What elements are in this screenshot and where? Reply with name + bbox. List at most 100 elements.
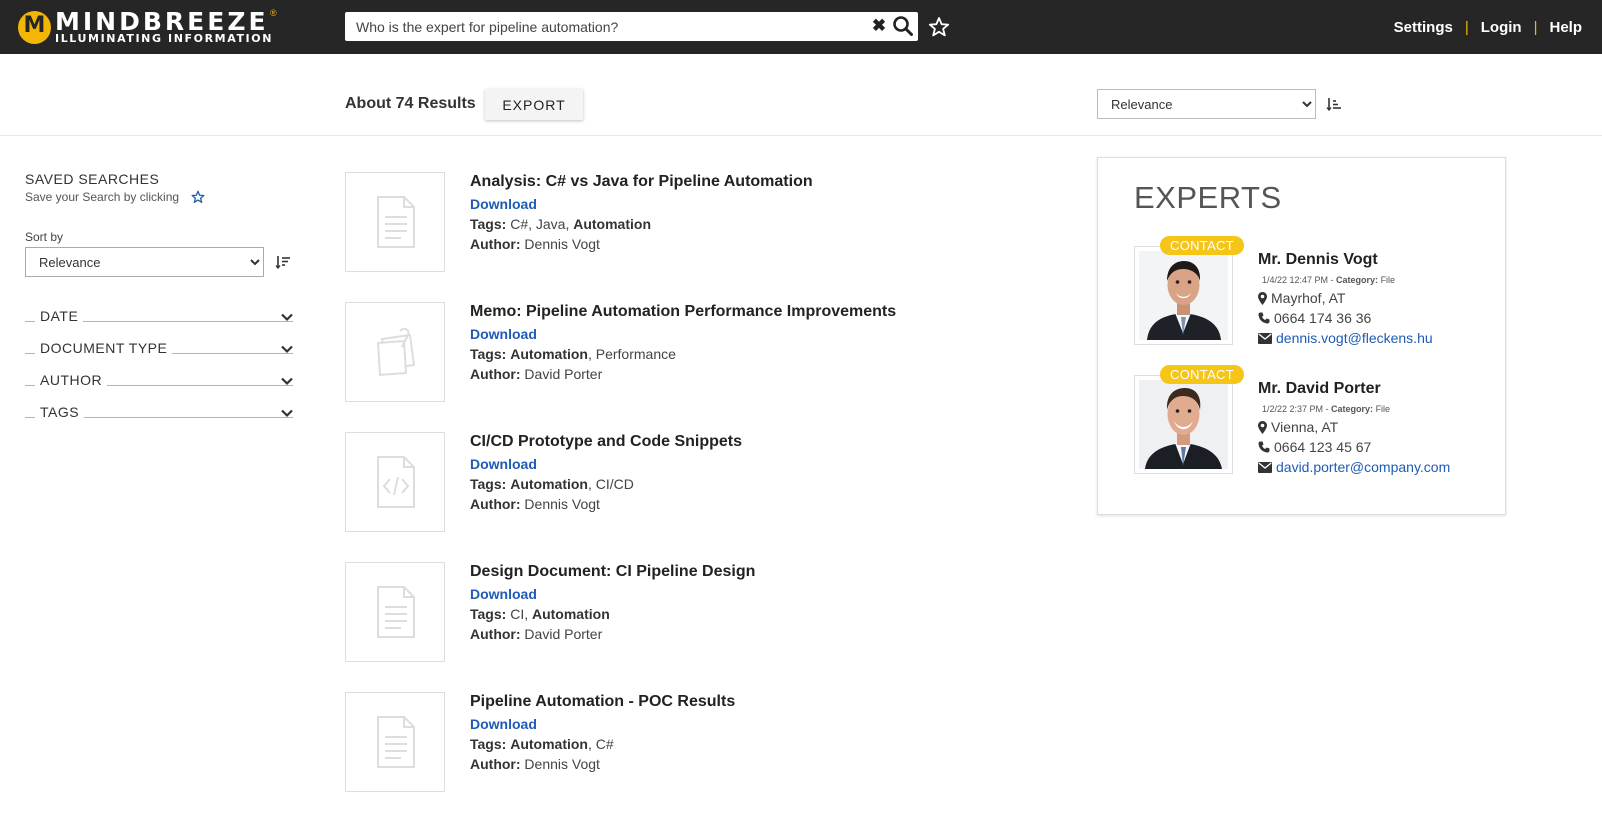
expert-meta: 1/4/22 12:47 PM - Category: File bbox=[1262, 275, 1396, 285]
search-icon[interactable] bbox=[892, 15, 914, 37]
map-marker-icon bbox=[1258, 420, 1267, 434]
download-link[interactable]: Download bbox=[470, 456, 537, 472]
expert-email-link[interactable]: david.porter@company.com bbox=[1276, 459, 1450, 475]
expert-email: dennis.vogt@fleckens.hu bbox=[1258, 330, 1433, 346]
results-count: About 74 Results bbox=[345, 95, 476, 112]
result-item: Memo: Pipeline Automation Performance Im… bbox=[345, 302, 1045, 402]
star-icon[interactable] bbox=[191, 190, 205, 204]
facet-author[interactable]: AUTHOR bbox=[25, 371, 298, 391]
expert-meta: 1/2/22 2:37 PM - Category: File bbox=[1262, 404, 1391, 414]
sort-by-label: Sort by bbox=[25, 230, 64, 244]
map-marker-icon bbox=[1258, 291, 1267, 305]
top-nav: Settings | Login | Help bbox=[1394, 0, 1582, 54]
phone-icon bbox=[1258, 312, 1270, 324]
result-thumbnail[interactable] bbox=[345, 692, 445, 792]
sort-select-sidebar[interactable]: Relevance bbox=[25, 247, 264, 277]
result-title[interactable]: Design Document: CI Pipeline Design bbox=[470, 563, 755, 581]
phone-icon bbox=[1258, 441, 1270, 453]
expert-card: CONTACT Mr. Dennis Vogt 1/4/22 12:47 PM … bbox=[1134, 236, 1494, 346]
result-tags: Tags: Automation, CI/CD bbox=[470, 476, 634, 492]
facet-label: DATE bbox=[40, 308, 84, 324]
result-title[interactable]: CI/CD Prototype and Code Snippets bbox=[470, 433, 742, 451]
save-search-star-icon[interactable] bbox=[928, 16, 950, 38]
result-thumbnail[interactable] bbox=[345, 172, 445, 272]
chevron-down-icon[interactable] bbox=[280, 406, 294, 420]
result-item: Pipeline Automation - POC Results Downlo… bbox=[345, 692, 1045, 792]
download-link[interactable]: Download bbox=[470, 586, 537, 602]
experts-title: EXPERTS bbox=[1134, 180, 1282, 215]
result-tags: Tags: CI, Automation bbox=[470, 606, 610, 622]
sort-order-icon[interactable] bbox=[275, 254, 291, 270]
expert-avatar[interactable] bbox=[1134, 246, 1233, 345]
result-author: Author: David Porter bbox=[470, 626, 603, 642]
result-title[interactable]: Analysis: C# vs Java for Pipeline Automa… bbox=[470, 173, 813, 191]
facet-label: AUTHOR bbox=[40, 372, 108, 388]
nav-separator: | bbox=[1533, 18, 1538, 36]
expert-location: Mayrhof, AT bbox=[1258, 290, 1345, 306]
result-author: Author: Dennis Vogt bbox=[470, 236, 600, 252]
result-author: Author: Dennis Vogt bbox=[470, 496, 600, 512]
code-file-icon bbox=[377, 456, 415, 508]
saved-searches-hint: Save your Search by clicking bbox=[25, 190, 180, 204]
expert-name[interactable]: Mr. David Porter bbox=[1258, 380, 1381, 398]
facet-tags[interactable]: TAGS bbox=[25, 403, 298, 423]
logo-registered-mark: ® bbox=[270, 8, 277, 18]
facet-label: TAGS bbox=[40, 404, 85, 420]
expert-avatar[interactable] bbox=[1134, 375, 1233, 474]
expert-phone: 0664 174 36 36 bbox=[1258, 310, 1371, 326]
search-box: ✖ bbox=[345, 12, 918, 41]
result-tags: Tags: Automation, Performance bbox=[470, 346, 676, 362]
saved-searches-title: SAVED SEARCHES bbox=[25, 171, 160, 187]
facet-date[interactable]: DATE bbox=[25, 307, 298, 327]
result-author: Author: Dennis Vogt bbox=[470, 756, 600, 772]
envelope-icon bbox=[1258, 332, 1272, 344]
expert-location: Vienna, AT bbox=[1258, 419, 1338, 435]
result-title[interactable]: Memo: Pipeline Automation Performance Im… bbox=[470, 303, 896, 321]
expert-card: CONTACT Mr. David Porter 1/2/22 2:37 PM … bbox=[1134, 365, 1494, 475]
search-input[interactable] bbox=[345, 12, 865, 41]
person-photo-icon bbox=[1139, 380, 1228, 469]
facet-label: DOCUMENT TYPE bbox=[40, 340, 173, 356]
download-link[interactable]: Download bbox=[470, 716, 537, 732]
contact-button[interactable]: CONTACT bbox=[1160, 236, 1244, 255]
chevron-down-icon[interactable] bbox=[280, 374, 294, 388]
help-link[interactable]: Help bbox=[1549, 19, 1582, 36]
expert-phone: 0664 123 45 67 bbox=[1258, 439, 1371, 455]
sort-order-icon[interactable] bbox=[1326, 96, 1342, 112]
result-thumbnail[interactable] bbox=[345, 432, 445, 532]
result-tags: Tags: C#, Java, Automation bbox=[470, 216, 651, 232]
result-thumbnail[interactable] bbox=[345, 302, 445, 402]
top-bar: M MINDBREEZE ILLUMINATING INFORMATION ® … bbox=[0, 0, 1602, 54]
expert-email-link[interactable]: dennis.vogt@fleckens.hu bbox=[1276, 330, 1433, 346]
clear-search-icon[interactable]: ✖ bbox=[870, 16, 888, 36]
mindbreeze-logo[interactable]: M MINDBREEZE ILLUMINATING INFORMATION ® bbox=[18, 6, 277, 45]
contact-button[interactable]: CONTACT bbox=[1160, 365, 1244, 384]
sort-select-top[interactable]: Relevance bbox=[1097, 89, 1316, 119]
result-thumbnail[interactable] bbox=[345, 562, 445, 662]
settings-link[interactable]: Settings bbox=[1394, 19, 1453, 36]
logo-mark-icon: M bbox=[18, 10, 51, 44]
document-icon bbox=[377, 586, 415, 638]
memo-icon bbox=[377, 327, 415, 376]
export-button[interactable]: EXPORT bbox=[485, 89, 583, 120]
result-title[interactable]: Pipeline Automation - POC Results bbox=[470, 693, 735, 711]
login-link[interactable]: Login bbox=[1481, 19, 1522, 36]
download-link[interactable]: Download bbox=[470, 326, 537, 342]
download-link[interactable]: Download bbox=[470, 196, 537, 212]
result-tags: Tags: Automation, C# bbox=[470, 736, 614, 752]
chevron-down-icon[interactable] bbox=[280, 342, 294, 356]
expert-email: david.porter@company.com bbox=[1258, 459, 1450, 475]
result-item: Analysis: C# vs Java for Pipeline Automa… bbox=[345, 172, 1045, 272]
document-icon bbox=[377, 716, 415, 768]
nav-separator: | bbox=[1464, 18, 1469, 36]
logo-title: MINDBREEZE bbox=[55, 6, 269, 36]
result-item: Design Document: CI Pipeline Design Down… bbox=[345, 562, 1045, 662]
experts-panel: EXPERTS CONTACT Mr. Dennis Vogt 1/4/22 1… bbox=[1097, 157, 1506, 515]
chevron-down-icon[interactable] bbox=[280, 310, 294, 324]
facet-document-type[interactable]: DOCUMENT TYPE bbox=[25, 339, 298, 359]
header-divider bbox=[0, 135, 1602, 136]
result-author: Author: David Porter bbox=[470, 366, 603, 382]
envelope-icon bbox=[1258, 461, 1272, 473]
result-item: CI/CD Prototype and Code Snippets Downlo… bbox=[345, 432, 1045, 532]
expert-name[interactable]: Mr. Dennis Vogt bbox=[1258, 251, 1378, 269]
